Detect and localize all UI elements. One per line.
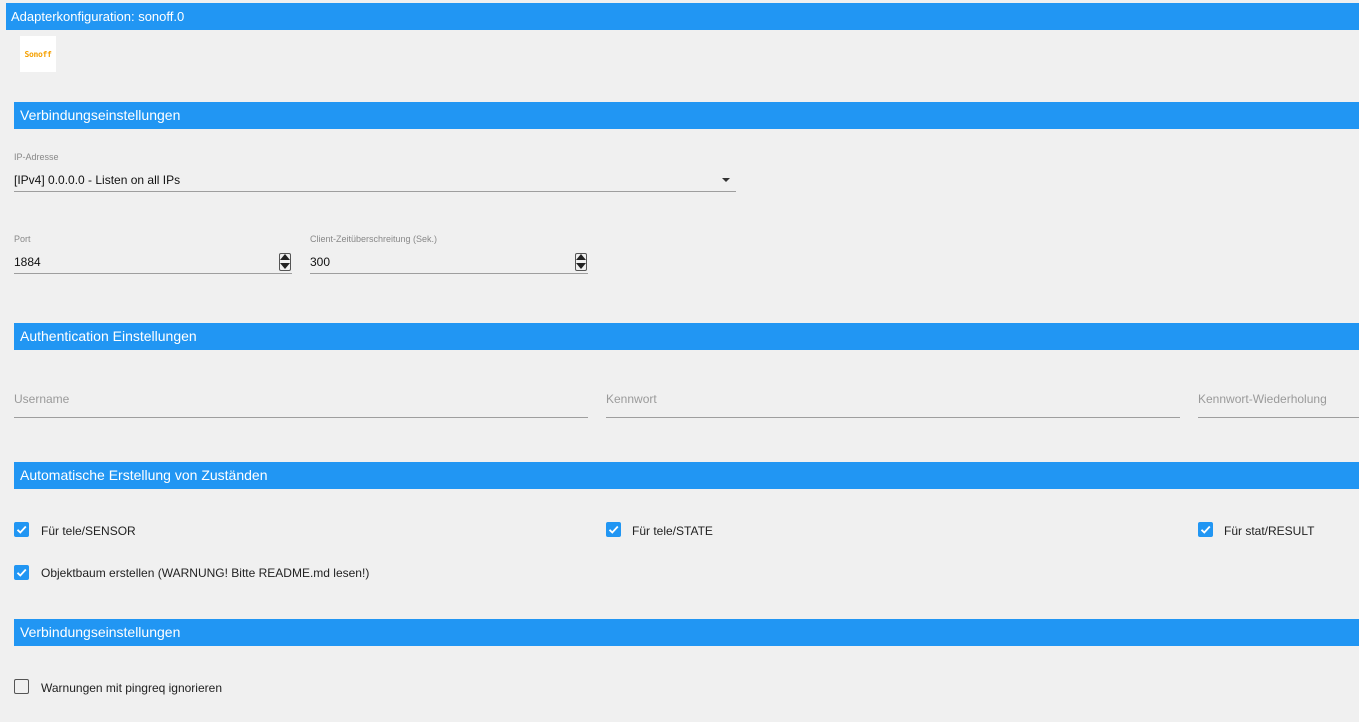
section-auth-header: Authentication Einstellungen xyxy=(14,323,1359,350)
password-repeat-underline xyxy=(1198,417,1359,418)
timeout-label: Client-Zeitüberschreitung (Sek.) xyxy=(310,234,438,244)
password-input[interactable]: Kennwort xyxy=(606,392,657,406)
stat-result-checkbox[interactable] xyxy=(1198,522,1213,537)
username-input[interactable]: Username xyxy=(14,392,69,406)
object-tree-checkbox[interactable] xyxy=(14,565,29,580)
ip-address-value: [IPv4] 0.0.0.0 - Listen on all IPs xyxy=(14,173,181,187)
ignore-pingreq-label: Warnungen mit pingreq ignorieren xyxy=(41,681,222,695)
tele-state-label: Für tele/STATE xyxy=(632,524,713,538)
port-stepper-icon[interactable] xyxy=(279,253,291,271)
ip-address-select[interactable]: [IPv4] 0.0.0.0 - Listen on all IPs xyxy=(14,169,736,192)
tele-state-checkbox[interactable] xyxy=(606,522,621,537)
section-connection-header: Verbindungseinstellungen xyxy=(14,102,1359,129)
logo-text: Sonoff xyxy=(24,49,52,59)
port-value: 1884 xyxy=(14,255,41,269)
timeout-input[interactable]: 300 xyxy=(310,251,588,274)
object-tree-label: Objektbaum erstellen (WARNUNG! Bitte REA… xyxy=(41,566,370,580)
tele-sensor-label: Für tele/SENSOR xyxy=(41,524,136,538)
section-auto-create-header: Automatische Erstellung von Zuständen xyxy=(14,462,1359,489)
password-repeat-input[interactable]: Kennwort-Wiederholung xyxy=(1198,392,1327,406)
stat-result-label: Für stat/RESULT xyxy=(1224,524,1315,538)
port-input[interactable]: 1884 xyxy=(14,251,292,274)
timeout-value: 300 xyxy=(310,255,331,269)
caret-down-icon[interactable] xyxy=(722,178,730,182)
section-connection2-header: Verbindungseinstellungen xyxy=(14,619,1359,646)
tele-sensor-checkbox[interactable] xyxy=(14,522,29,537)
ip-address-label: IP-Adresse xyxy=(14,152,59,162)
password-underline xyxy=(606,417,1180,418)
username-underline xyxy=(14,417,588,418)
ignore-pingreq-checkbox[interactable] xyxy=(14,679,29,694)
port-label: Port xyxy=(14,234,31,244)
sonoff-logo: Sonoff xyxy=(20,36,56,72)
timeout-stepper-icon[interactable] xyxy=(575,253,587,271)
window-title: Adapterkonfiguration: sonoff.0 xyxy=(6,3,1359,30)
